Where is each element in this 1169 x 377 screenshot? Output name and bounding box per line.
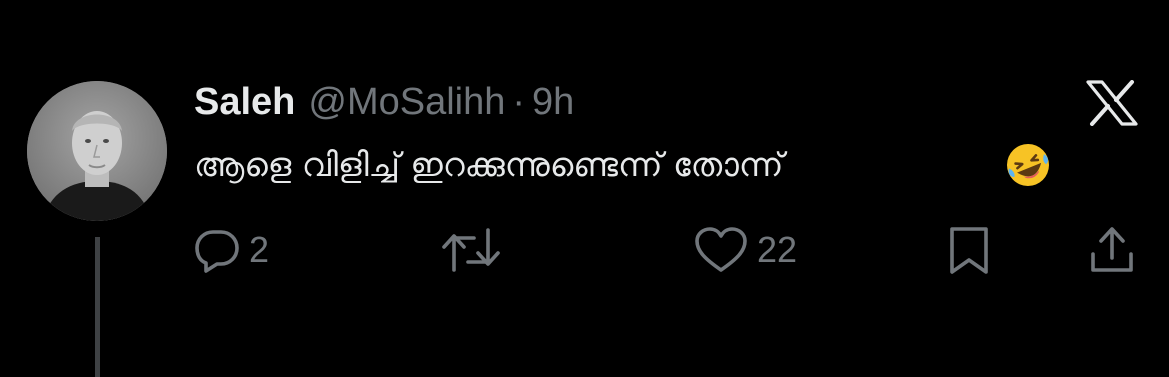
- avatar[interactable]: [27, 81, 167, 221]
- like-button[interactable]: 22: [693, 224, 797, 276]
- bookmark-icon: [950, 227, 988, 274]
- reply-button[interactable]: 2: [193, 224, 269, 276]
- speech-bubble-icon: [195, 230, 239, 273]
- timestamp[interactable]: 9h: [532, 80, 574, 124]
- separator-dot: ·: [512, 81, 526, 123]
- share-icon: [1091, 227, 1133, 272]
- heart-icon: [695, 227, 747, 272]
- bookmark-button[interactable]: [943, 224, 995, 276]
- retweet-button[interactable]: [440, 224, 510, 276]
- retweet-icon: [442, 228, 500, 272]
- tweet-text: ആളെ വിളിച്ച് ഇറക്കുന്നുണ്ടെന്ന് തോന്ന്: [194, 145, 784, 184]
- rolling-on-the-floor-laughing-emoji: [1004, 141, 1052, 189]
- like-count: 22: [757, 229, 798, 270]
- thread-line: [95, 237, 100, 377]
- reply-count: 2: [249, 229, 270, 270]
- user-handle[interactable]: @MoSalihh: [308, 80, 505, 124]
- x-logo-icon: [1085, 80, 1139, 126]
- display-name[interactable]: Saleh: [194, 80, 295, 124]
- share-button[interactable]: [1086, 224, 1138, 276]
- tweet-header: Saleh @MoSalihh · 9h: [194, 80, 574, 124]
